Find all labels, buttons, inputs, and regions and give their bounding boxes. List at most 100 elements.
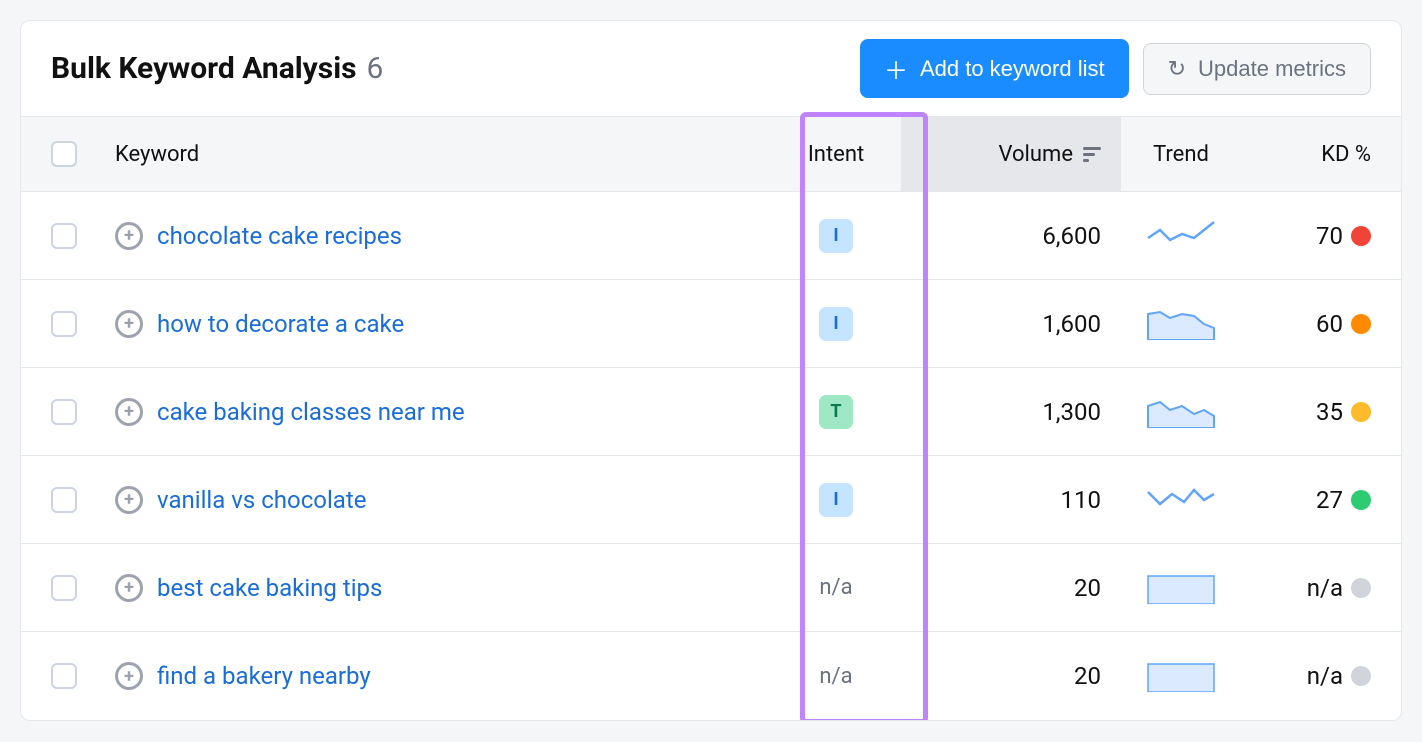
kd-cell: 60 <box>1241 310 1371 338</box>
volume-cell: 1,300 <box>901 398 1121 426</box>
kd-value: 27 <box>1316 486 1343 514</box>
kd-value: 70 <box>1316 222 1343 250</box>
kd-cell: n/a <box>1241 662 1371 690</box>
kd-label: KD % <box>1321 142 1371 167</box>
intent-na: n/a <box>819 664 852 689</box>
row-checkbox-cell <box>51 223 111 249</box>
row-checkbox[interactable] <box>51 575 77 601</box>
row-checkbox[interactable] <box>51 487 77 513</box>
kd-cell: 27 <box>1241 486 1371 514</box>
update-button-label: Update metrics <box>1198 56 1346 82</box>
intent-cell: T <box>771 395 901 429</box>
header-checkbox-cell <box>51 141 111 167</box>
update-metrics-button[interactable]: ↻ Update metrics <box>1143 43 1371 95</box>
table-body: + chocolate cake recipes I 6,600 70 + ho… <box>21 192 1401 720</box>
volume-cell: 20 <box>901 662 1121 690</box>
trend-cell <box>1121 568 1241 608</box>
add-to-keyword-list-button[interactable]: ＋ Add to keyword list <box>860 39 1129 98</box>
kd-difficulty-dot <box>1351 226 1371 246</box>
volume-label: Volume <box>999 142 1074 167</box>
keyword-analysis-card: Bulk Keyword Analysis 6 ＋ Add to keyword… <box>20 20 1402 721</box>
volume-cell: 110 <box>901 486 1121 514</box>
intent-badge: I <box>819 219 853 253</box>
kd-value: n/a <box>1307 574 1343 602</box>
volume-value: 20 <box>1074 662 1101 690</box>
kd-cell: 70 <box>1241 222 1371 250</box>
column-header-intent[interactable]: Intent <box>771 142 901 167</box>
intent-cell: I <box>771 483 901 517</box>
volume-value: 6,600 <box>1042 222 1101 250</box>
table-header: Keyword Intent Volume Trend KD % <box>21 116 1401 192</box>
keyword-cell: + cake baking classes near me <box>111 398 771 426</box>
keyword-cell: + vanilla vs chocolate <box>111 486 771 514</box>
header-title-group: Bulk Keyword Analysis 6 <box>51 51 383 86</box>
kd-difficulty-dot <box>1351 402 1371 422</box>
expand-icon[interactable]: + <box>115 310 143 338</box>
table-row: + how to decorate a cake I 1,600 60 <box>21 280 1401 368</box>
keyword-link[interactable]: find a bakery nearby <box>157 662 371 690</box>
expand-icon[interactable]: + <box>115 662 143 690</box>
row-checkbox-cell <box>51 487 111 513</box>
page-title: Bulk Keyword Analysis <box>51 51 357 86</box>
intent-cell: I <box>771 219 901 253</box>
keyword-cell: + how to decorate a cake <box>111 310 771 338</box>
table-row: + best cake baking tips n/a 20 n/a <box>21 544 1401 632</box>
volume-cell: 20 <box>901 574 1121 602</box>
refresh-icon: ↻ <box>1168 56 1186 82</box>
intent-cell: I <box>771 307 901 341</box>
keyword-cell: + best cake baking tips <box>111 574 771 602</box>
column-header-volume-wrap: Volume <box>901 117 1121 191</box>
column-header-volume[interactable]: Volume <box>901 117 1121 191</box>
keyword-link[interactable]: vanilla vs chocolate <box>157 486 366 514</box>
keyword-link[interactable]: best cake baking tips <box>157 574 382 602</box>
trend-cell <box>1121 392 1241 432</box>
table-row: + chocolate cake recipes I 6,600 70 <box>21 192 1401 280</box>
row-checkbox[interactable] <box>51 399 77 425</box>
keyword-link[interactable]: chocolate cake recipes <box>157 222 402 250</box>
kd-cell: n/a <box>1241 574 1371 602</box>
kd-difficulty-dot <box>1351 490 1371 510</box>
row-checkbox[interactable] <box>51 311 77 337</box>
volume-cell: 6,600 <box>901 222 1121 250</box>
expand-icon[interactable]: + <box>115 574 143 602</box>
row-checkbox[interactable] <box>51 663 77 689</box>
select-all-checkbox[interactable] <box>51 141 77 167</box>
intent-na: n/a <box>819 575 852 600</box>
plus-icon: ＋ <box>884 51 908 86</box>
volume-value: 110 <box>1061 486 1101 514</box>
trend-cell <box>1121 216 1241 256</box>
kd-difficulty-dot <box>1351 666 1371 686</box>
intent-badge: I <box>819 483 853 517</box>
expand-icon[interactable]: + <box>115 222 143 250</box>
column-header-kd[interactable]: KD % <box>1241 142 1371 167</box>
row-checkbox-cell <box>51 399 111 425</box>
result-count: 6 <box>367 51 384 86</box>
expand-icon[interactable]: + <box>115 398 143 426</box>
trend-cell <box>1121 480 1241 520</box>
table-wrapper: Keyword Intent Volume Trend KD % <box>21 116 1401 720</box>
kd-difficulty-dot <box>1351 578 1371 598</box>
kd-difficulty-dot <box>1351 314 1371 334</box>
row-checkbox[interactable] <box>51 223 77 249</box>
keyword-cell: + chocolate cake recipes <box>111 222 771 250</box>
intent-badge: I <box>819 307 853 341</box>
volume-value: 1,300 <box>1042 398 1101 426</box>
kd-value: n/a <box>1307 662 1343 690</box>
column-header-keyword[interactable]: Keyword <box>111 142 771 167</box>
row-checkbox-cell <box>51 575 111 601</box>
sort-desc-icon <box>1083 147 1101 162</box>
keyword-link[interactable]: cake baking classes near me <box>157 398 465 426</box>
volume-value: 20 <box>1074 574 1101 602</box>
table-row: + cake baking classes near me T 1,300 35 <box>21 368 1401 456</box>
volume-cell: 1,600 <box>901 310 1121 338</box>
add-button-label: Add to keyword list <box>920 56 1105 82</box>
table-row: + vanilla vs chocolate I 110 27 <box>21 456 1401 544</box>
volume-value: 1,600 <box>1042 310 1101 338</box>
trend-cell <box>1121 304 1241 344</box>
kd-value: 35 <box>1316 398 1343 426</box>
keyword-link[interactable]: how to decorate a cake <box>157 310 404 338</box>
column-header-trend[interactable]: Trend <box>1121 142 1241 167</box>
trend-cell <box>1121 656 1241 696</box>
row-checkbox-cell <box>51 311 111 337</box>
expand-icon[interactable]: + <box>115 486 143 514</box>
